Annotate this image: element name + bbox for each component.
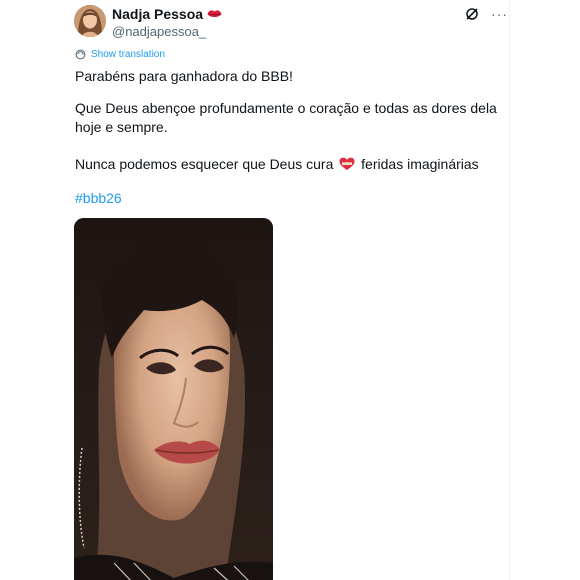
mending-heart-icon (339, 157, 355, 170)
grok-icon[interactable] (465, 7, 479, 21)
hashtag-link[interactable]: #bbb26 (75, 190, 122, 206)
tweet-line-3-start: Nunca podemos esquecer que Deus cura (75, 156, 338, 172)
avatar[interactable] (74, 5, 106, 37)
tweet-photo[interactable] (74, 218, 273, 580)
display-name[interactable]: Nadja Pessoa (112, 6, 203, 22)
tweet-line-1: Parabéns para ganhadora do BBB! (75, 68, 293, 84)
show-translation-link[interactable]: Show translation (75, 49, 165, 60)
show-translation-label: Show translation (91, 49, 165, 60)
avatar-image (74, 5, 106, 37)
portrait-photo (74, 218, 273, 580)
globe-icon (75, 49, 86, 60)
tweet-line-3-end: feridas imaginárias (357, 156, 479, 172)
tweet-line-3: Nunca podemos esquecer que Deus cura fer… (75, 155, 479, 174)
display-name-row: Nadja Pessoa (112, 6, 222, 22)
tweet-frame: Nadja Pessoa @nadjapessoa_ ··· Show tran… (0, 0, 580, 580)
column-divider (509, 0, 510, 580)
user-block: Nadja Pessoa @nadjapessoa_ (112, 6, 222, 39)
tweet-line-2: Que Deus abençoe profundamente o coração… (75, 100, 497, 135)
tweet-actions: ··· (465, 7, 508, 21)
lips-icon (207, 10, 222, 17)
user-handle[interactable]: @nadjapessoa_ (112, 24, 222, 39)
more-icon[interactable]: ··· (491, 7, 508, 21)
